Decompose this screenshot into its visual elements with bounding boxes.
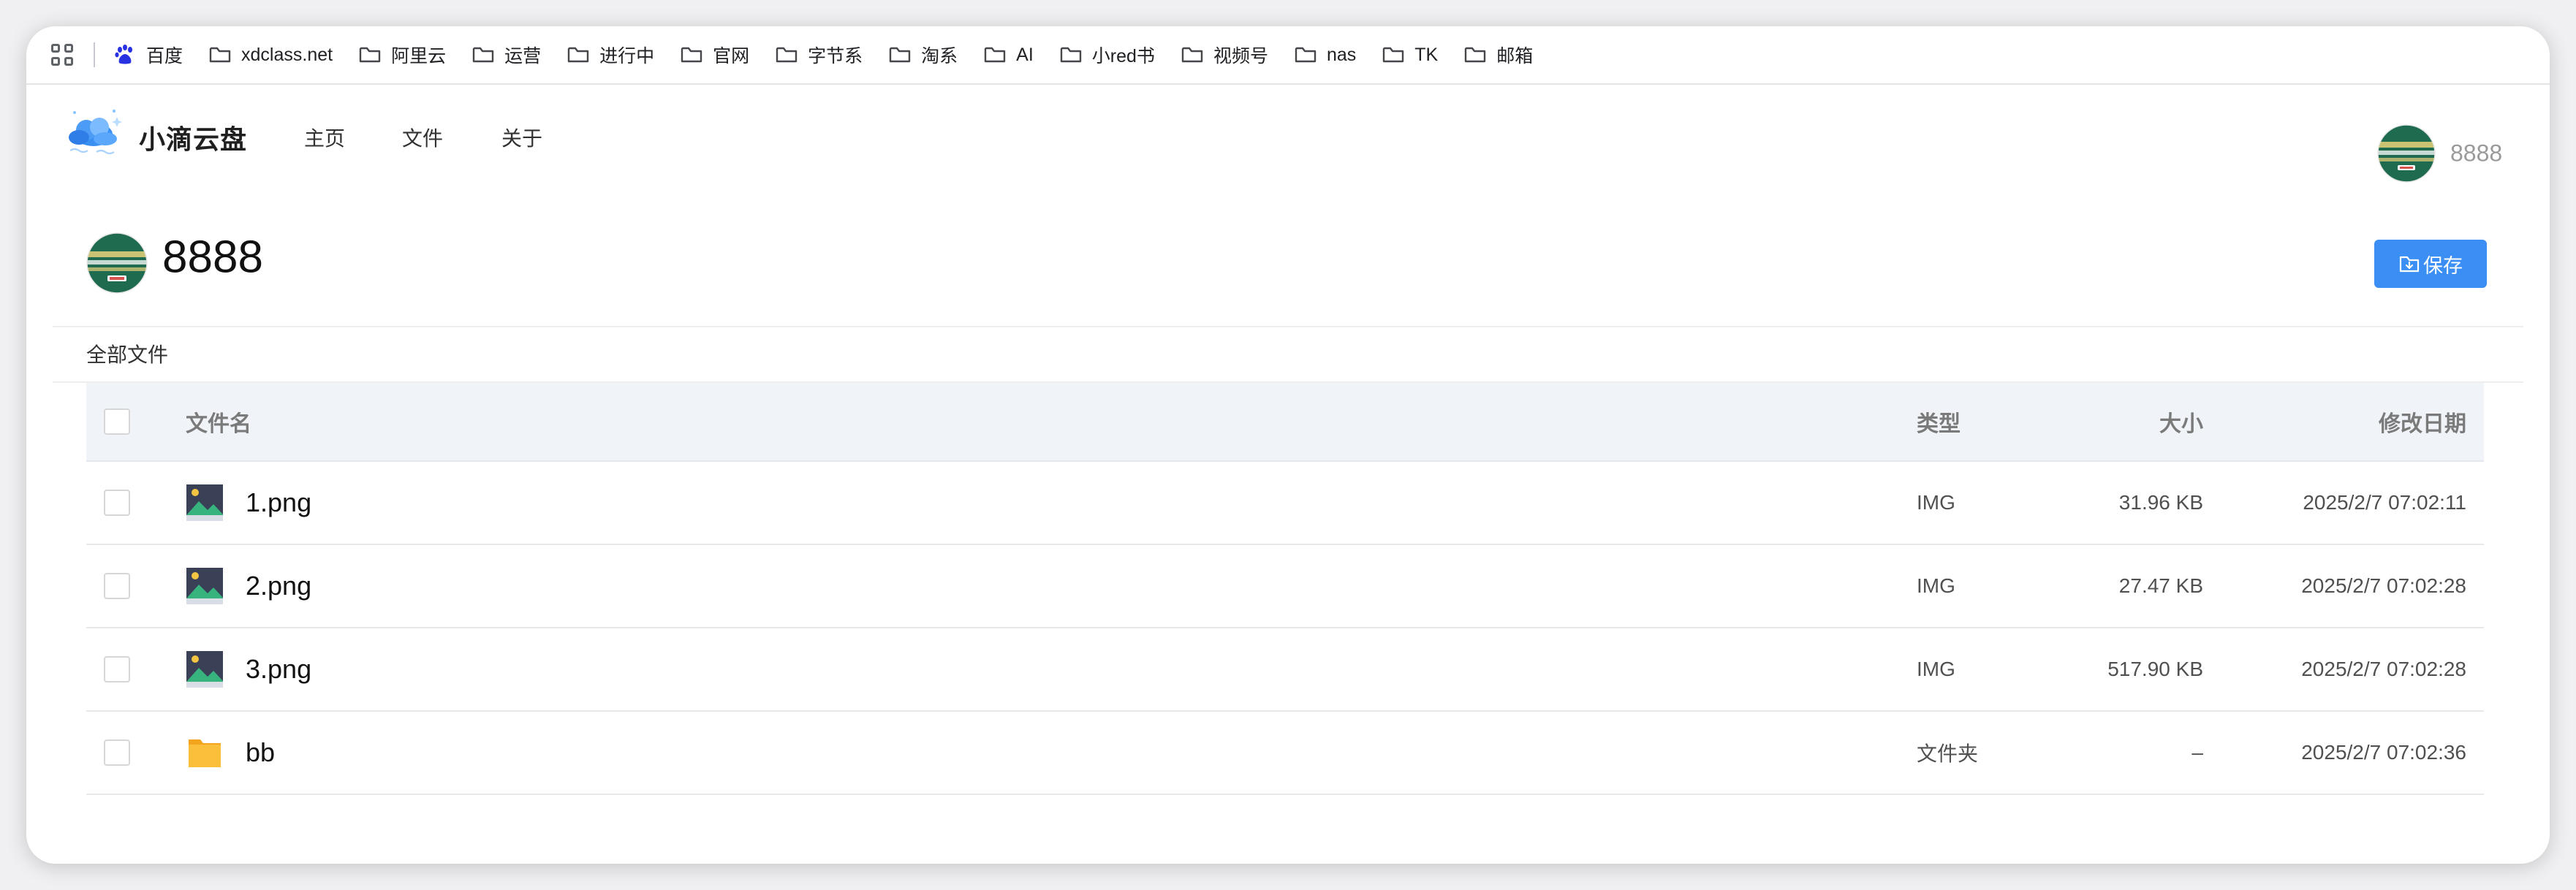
bookmark-baidu[interactable]: 百度: [114, 42, 183, 68]
bookmark-label: xdclass.net: [241, 44, 333, 65]
file-date: 2025/2/7 07:02:11: [2303, 491, 2466, 514]
baidu-paw-icon: [115, 45, 132, 64]
file-type: IMG: [1917, 491, 1955, 514]
column-header-type[interactable]: 类型: [1917, 406, 1961, 438]
row-checkbox[interactable]: [104, 573, 130, 599]
cloud-logo-icon[interactable]: [60, 104, 126, 158]
row-checkbox[interactable]: [104, 656, 130, 682]
column-header-name[interactable]: 文件名: [186, 406, 251, 438]
file-name[interactable]: 2.png: [246, 571, 311, 601]
share-owner-name: 8888: [162, 232, 263, 283]
bookmark-folder[interactable]: 小red书: [1060, 42, 1155, 68]
header-username[interactable]: 8888: [2450, 140, 2502, 167]
table-row[interactable]: 2.png IMG 27.47 KB 2025/2/7 07:02:28: [86, 545, 2484, 628]
bookmark-folder[interactable]: 阿里云: [359, 42, 446, 68]
bookmark-folder[interactable]: 视频号: [1181, 42, 1268, 68]
folder-icon: [1181, 47, 1203, 63]
folder-icon: [567, 47, 589, 63]
bookmark-folder[interactable]: nas: [1295, 45, 1356, 66]
file-name[interactable]: 3.png: [246, 654, 311, 685]
nav-files[interactable]: 文件: [402, 123, 443, 152]
folder-icon: [889, 47, 911, 63]
file-name[interactable]: bb: [246, 737, 275, 768]
bookmark-label: 小red书: [1091, 46, 1155, 66]
table-row[interactable]: bb 文件夹 – 2025/2/7 07:02:36: [86, 712, 2484, 795]
bookmark-label: AI: [1016, 44, 1034, 65]
bookmark-folder[interactable]: AI: [984, 45, 1034, 66]
bookmark-label: 进行中: [599, 46, 655, 66]
bookmark-folder[interactable]: TK: [1382, 45, 1438, 66]
bookmark-label: 官网: [713, 46, 750, 66]
folder-icon: [472, 47, 494, 63]
nav-home[interactable]: 主页: [304, 123, 345, 152]
row-checkbox[interactable]: [104, 490, 130, 516]
browser-window: 百度 xdclass.net 阿里云 运营 进行中 官网 字节系 淘系 AI 小…: [26, 26, 2550, 864]
bookmark-folder[interactable]: 字节系: [776, 42, 863, 68]
bookmarks-bar: 百度 xdclass.net 阿里云 运营 进行中 官网 字节系 淘系 AI 小…: [26, 26, 2550, 85]
folder-icon: [1383, 47, 1404, 63]
column-header-date[interactable]: 修改日期: [2379, 406, 2466, 438]
user-avatar[interactable]: [2377, 124, 2436, 183]
apps-grid-icon[interactable]: [51, 44, 73, 66]
folder-icon: [359, 47, 381, 63]
save-button[interactable]: 保存: [2374, 240, 2487, 288]
folder-icon: [1465, 47, 1486, 63]
folder-save-icon: [2399, 256, 2420, 273]
folder-icon: [1060, 47, 1081, 63]
table-header: 文件名 类型 大小 修改日期: [86, 383, 2484, 462]
bookmark-label: nas: [1326, 44, 1357, 65]
file-table: 文件名 类型 大小 修改日期 1.png IMG 31.96 KB 2025/2…: [86, 383, 2484, 795]
breadcrumb[interactable]: 全部文件: [86, 339, 168, 368]
folder-icon: [1295, 47, 1317, 63]
bookmark-label: 视频号: [1213, 46, 1268, 66]
file-size: 517.90 KB: [2107, 658, 2203, 680]
table-row[interactable]: 1.png IMG 31.96 KB 2025/2/7 07:02:11: [86, 462, 2484, 545]
row-checkbox[interactable]: [104, 739, 130, 766]
image-file-icon: [186, 568, 223, 604]
bookmark-folder[interactable]: 进行中: [567, 42, 654, 68]
file-type: 文件夹: [1917, 742, 1979, 765]
select-all-checkbox[interactable]: [104, 408, 130, 435]
bookmark-label: TK: [1414, 44, 1439, 65]
column-header-size[interactable]: 大小: [2159, 406, 2203, 438]
file-type: IMG: [1917, 574, 1955, 597]
owner-avatar: [86, 232, 148, 294]
file-type: IMG: [1917, 658, 1955, 680]
bookmark-label: 运营: [504, 46, 542, 66]
bookmark-label: 淘系: [921, 46, 958, 66]
file-size: 27.47 KB: [2118, 574, 2203, 597]
folder-icon: [776, 47, 798, 63]
brand-title[interactable]: 小滴云盘: [139, 118, 247, 156]
folder-icon: [984, 47, 1006, 63]
save-button-label: 保存: [2423, 254, 2463, 277]
bookmark-folder[interactable]: 运营: [472, 42, 541, 68]
file-date: 2025/2/7 07:02:36: [2301, 741, 2466, 764]
bookmark-label: 百度: [146, 46, 183, 66]
bookmark-folder[interactable]: 淘系: [889, 42, 958, 68]
folder-icon: [189, 739, 221, 767]
bookmark-label: 邮箱: [1496, 46, 1534, 66]
file-date: 2025/2/7 07:02:28: [2301, 574, 2466, 597]
bookmark-folder[interactable]: 邮箱: [1464, 42, 1533, 68]
app-header: 小滴云盘 主页 文件 关于 8888: [26, 85, 2550, 183]
image-file-icon: [186, 651, 223, 688]
bookmark-folder[interactable]: xdclass.net: [209, 45, 333, 66]
divider: [53, 326, 2523, 327]
file-date: 2025/2/7 07:02:28: [2301, 658, 2466, 680]
file-name[interactable]: 1.png: [246, 487, 311, 518]
folder-icon: [681, 47, 702, 63]
file-size: –: [2192, 741, 2203, 764]
bookmark-label: 字节系: [808, 46, 863, 66]
table-row[interactable]: 3.png IMG 517.90 KB 2025/2/7 07:02:28: [86, 628, 2484, 712]
file-size: 31.96 KB: [2118, 491, 2203, 514]
folder-icon: [209, 47, 231, 63]
bookmark-label: 阿里云: [391, 46, 447, 66]
image-file-icon: [186, 484, 223, 521]
bookmarks-divider: [94, 42, 95, 67]
bookmark-folder[interactable]: 官网: [681, 42, 749, 68]
nav-about[interactable]: 关于: [501, 123, 542, 152]
